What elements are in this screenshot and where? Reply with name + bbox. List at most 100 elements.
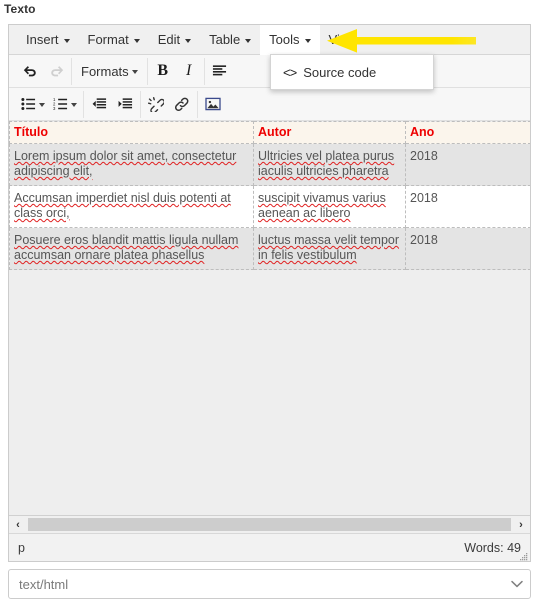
source-code-icon: <>	[283, 64, 297, 80]
toolbar-group-history	[15, 57, 72, 85]
menu-item-table[interactable]: Table	[200, 25, 260, 55]
chevron-down-icon	[361, 38, 368, 43]
menu-item-source-code[interactable]: <> Source code	[271, 60, 433, 84]
table-header-ano: Ano	[405, 121, 530, 144]
cell-text: suscipit vivamus varius aenean ac libero	[258, 191, 386, 220]
table-cell-titulo[interactable]: Lorem ipsum dolor sit amet, consectetur …	[9, 143, 254, 186]
mime-type-value: text/html	[19, 576, 69, 592]
toolbar-group-media	[198, 91, 228, 118]
unlink-button[interactable]	[143, 91, 169, 117]
image-icon	[205, 97, 221, 111]
italic-button[interactable]: I	[176, 58, 202, 84]
chevron-down-icon	[131, 70, 138, 74]
menu-item-format-label: Format	[87, 32, 129, 47]
unordered-list-icon	[21, 97, 36, 111]
table-row[interactable]: Accumsan imperdiet nisl duis potenti at …	[9, 185, 530, 228]
outdent-button[interactable]	[86, 91, 112, 117]
element-path[interactable]: p	[18, 541, 25, 555]
bold-button[interactable]: B	[150, 58, 176, 84]
undo-button[interactable]	[17, 58, 43, 84]
formats-dropdown-button[interactable]: Formats	[74, 58, 145, 84]
indent-icon	[118, 97, 133, 111]
bold-icon: B	[157, 62, 168, 79]
horizontal-scrollbar[interactable]: ‹ ›	[9, 515, 530, 533]
table-cell-ano[interactable]: 2018	[405, 185, 530, 228]
link-button[interactable]	[169, 91, 195, 117]
tools-dropdown-menu: <> Source code	[270, 54, 434, 90]
table-cell-autor[interactable]: suscipit vivamus varius aenean ac libero	[253, 185, 406, 228]
redo-button[interactable]	[43, 58, 69, 84]
resize-grip-icon[interactable]	[518, 550, 528, 561]
cell-text: Lorem ipsum dolor sit amet, consectetur …	[14, 149, 237, 178]
redo-icon	[49, 64, 64, 79]
menu-item-insert-label: Insert	[26, 32, 59, 47]
insert-image-button[interactable]	[200, 91, 226, 117]
table-cell-autor[interactable]: Ultricies vel platea purus iaculis ultri…	[253, 143, 406, 186]
toolbar-group-align	[205, 58, 235, 85]
chevron-down-icon[interactable]	[504, 570, 530, 598]
cell-text: Ultricies vel platea purus iaculis ultri…	[258, 149, 395, 178]
menu-item-insert[interactable]: Insert	[17, 25, 79, 55]
table-row[interactable]: Lorem ipsum dolor sit amet, consectetur …	[9, 143, 530, 186]
toolbar-group-lists: 1 2 3	[15, 90, 84, 118]
chevron-down-icon	[39, 103, 45, 107]
formats-label: Formats	[81, 63, 129, 79]
scroll-right-arrow-icon[interactable]: ›	[512, 516, 530, 533]
cell-text: 2018	[410, 149, 438, 163]
screenshot-root: Texto Insert Format Edit Table Tools Vie…	[0, 0, 539, 609]
cell-text: 2018	[410, 191, 438, 205]
cell-text: luctus massa velit tempor in felis vesti…	[258, 233, 400, 262]
table-cell-titulo[interactable]: Accumsan imperdiet nisl duis potenti at …	[9, 185, 254, 228]
chevron-down-icon	[185, 38, 192, 43]
menu-item-edit[interactable]: Edit	[149, 25, 200, 55]
toolbar-group-indent	[84, 90, 141, 118]
align-left-button[interactable]	[207, 58, 233, 84]
chevron-down-icon	[304, 38, 311, 43]
scrollbar-thumb[interactable]	[28, 518, 511, 531]
menu-item-edit-label: Edit	[157, 32, 181, 47]
unlink-icon	[148, 96, 164, 112]
bullet-list-button[interactable]	[17, 91, 49, 117]
table-row[interactable]: Posuere eros blandit mattis ligula nulla…	[9, 227, 530, 270]
editor-statusbar: p Words: 49	[9, 533, 530, 561]
menu-item-view-label: View	[328, 32, 357, 47]
table-header-autor: Autor	[253, 121, 406, 144]
align-left-icon	[212, 64, 227, 78]
ordered-list-icon: 1 2 3	[53, 97, 68, 111]
link-icon	[174, 97, 190, 112]
cell-text: Posuere eros blandit mattis ligula nulla…	[14, 233, 239, 262]
menu-item-tools[interactable]: Tools	[260, 24, 320, 55]
scroll-left-arrow-icon[interactable]: ‹	[9, 516, 27, 533]
italic-icon: I	[186, 62, 192, 79]
svg-text:3: 3	[53, 106, 56, 111]
word-count: Words: 49	[464, 540, 521, 555]
table-cell-titulo[interactable]: Posuere eros blandit mattis ligula nulla…	[9, 227, 254, 270]
table-cell-ano[interactable]: 2018	[405, 227, 530, 270]
editor-toolbar-row-2: 1 2 3	[9, 88, 530, 121]
document-table: Título Autor Ano Lorem ipsum dolor sit a…	[9, 121, 530, 270]
table-cell-autor[interactable]: luctus massa velit tempor in felis vesti…	[253, 227, 406, 270]
mime-type-select[interactable]: text/html	[8, 569, 531, 599]
outdent-icon	[92, 97, 107, 111]
toolbar-group-link	[141, 90, 198, 118]
editor-content-area[interactable]: Título Autor Ano Lorem ipsum dolor sit a…	[9, 121, 530, 515]
table-header-row: Título Autor Ano	[9, 121, 530, 144]
cell-text: 2018	[410, 233, 438, 247]
chevron-down-icon	[63, 38, 70, 43]
cell-text: Accumsan imperdiet nisl duis potenti at …	[14, 191, 231, 220]
toolbar-group-formats: Formats	[72, 57, 148, 85]
table-header-titulo: Título	[9, 121, 254, 144]
toolbar-group-inline-style: B I	[148, 57, 205, 85]
page-title: Texto	[4, 2, 36, 16]
chevron-down-icon	[71, 103, 77, 107]
numbered-list-button[interactable]: 1 2 3	[49, 91, 81, 117]
editor-menubar: Insert Format Edit Table Tools View	[9, 24, 530, 55]
menu-item-source-code-label: Source code	[303, 64, 377, 80]
undo-icon	[23, 64, 38, 79]
chevron-down-icon	[133, 38, 140, 43]
indent-button[interactable]	[112, 91, 138, 117]
table-body: Lorem ipsum dolor sit amet, consectetur …	[9, 143, 530, 270]
menu-item-view[interactable]: View	[320, 25, 377, 55]
table-cell-ano[interactable]: 2018	[405, 143, 530, 186]
menu-item-format[interactable]: Format	[79, 25, 149, 55]
